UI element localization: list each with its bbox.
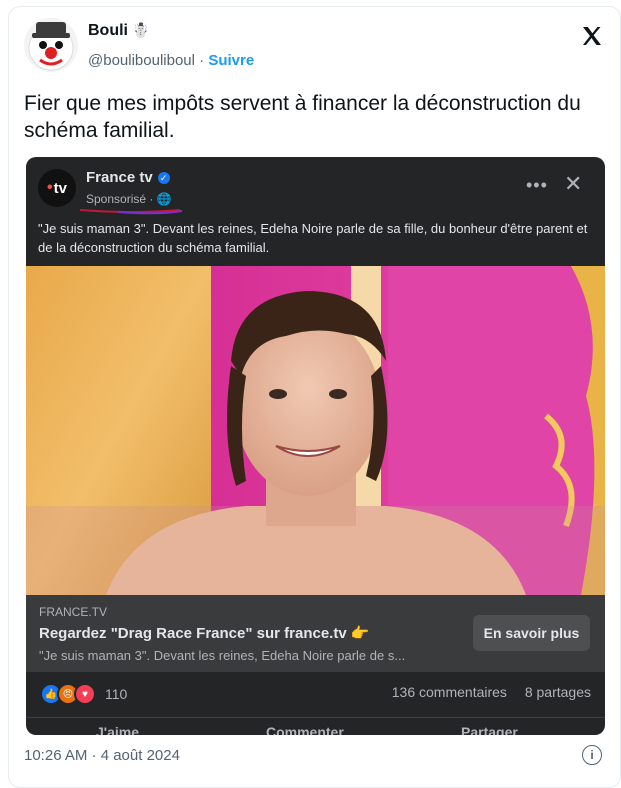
love-reaction-icon: ♥ [74,683,96,705]
tweet-text: Fier que mes impôts servent à financer l… [24,92,581,142]
learn-more-button[interactable]: En savoir plus [473,615,590,651]
shares-count[interactable]: 8 partages [525,684,591,700]
verified-icon: ✓ [157,172,170,184]
fb-post-text: "Je suis maman 3". Devant les reines, Ed… [38,221,588,255]
annotation-underline [79,209,182,215]
author-block: Bouli ☃️ [88,22,149,40]
like-action[interactable]: J'aime [96,724,139,735]
author-name[interactable]: Bouli [88,22,128,40]
globe-icon: 🌐 [156,192,172,206]
reactions-summary[interactable]: 👍 😠 ♥ 110 [40,683,127,705]
author-handle[interactable]: @boulibouliboul [88,52,195,69]
snowman-emoji: ☃️ [132,22,150,38]
link-preview[interactable]: FRANCE.TV Regardez "Drag Race France" su… [26,595,605,672]
france-tv-logo[interactable]: • tv [38,169,76,207]
post-stats: 136 commentaires 8 partages [378,684,591,700]
facebook-ad-embed[interactable]: • tv France tv ✓ Sponsorisé · 🌐 ••• ✕ "Je … [26,157,605,735]
handle-row: @boulibouliboul · Suivre [88,52,254,69]
post-image[interactable] [26,266,605,595]
fb-action-bar: J'aime Commenter Partager [26,717,605,735]
link-description: "Je suis maman 3". Devant les reines, Ed… [39,648,406,663]
reaction-count: 110 [105,686,128,702]
dot-separator: · [199,52,205,69]
link-title[interactable]: Regardez "Drag Race France" sur france.t… [39,624,370,642]
tweet-timestamp[interactable]: 10:26 AM · 4 août 2024 [24,747,180,764]
sponsored-label: Sponsorisé · 🌐 [86,192,172,206]
author-avatar[interactable] [24,18,78,72]
info-icon[interactable]: i [582,745,602,765]
share-action[interactable]: Partager [461,724,518,735]
comment-action[interactable]: Commenter [266,724,344,735]
link-domain: FRANCE.TV [39,605,108,619]
follow-button[interactable]: Suivre [208,52,254,69]
comments-count[interactable]: 136 commentaires [392,684,507,700]
more-options-icon[interactable]: ••• [526,175,548,196]
fb-page-name[interactable]: France tv ✓ [86,169,170,186]
close-icon[interactable]: ✕ [564,171,582,197]
x-logo-icon[interactable] [580,24,604,48]
